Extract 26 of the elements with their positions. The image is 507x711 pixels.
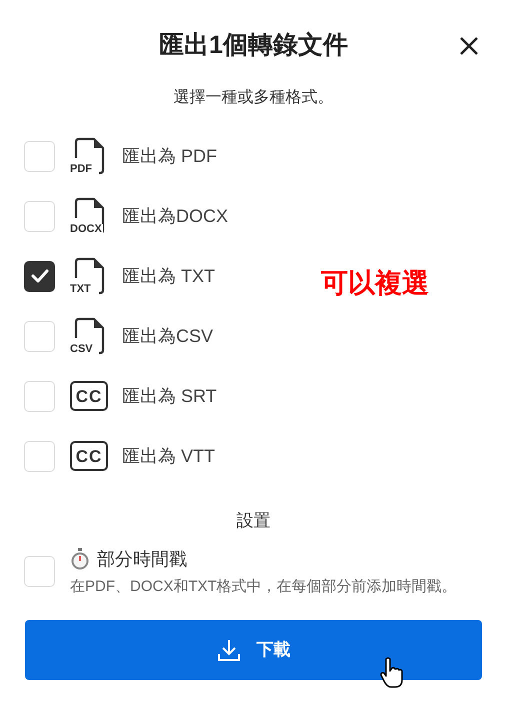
checkbox[interactable] <box>24 320 55 352</box>
download-icon <box>216 638 240 662</box>
timestamp-label: 部分時間戳 <box>97 548 187 570</box>
format-label: 匯出為 TXT <box>122 264 215 288</box>
download-button[interactable]: 下載 <box>25 620 482 680</box>
checkbox[interactable] <box>24 200 55 232</box>
hand-cursor-icon <box>380 657 404 689</box>
format-label: 匯出為CSV <box>122 324 214 348</box>
format-label: 匯出為 VTT <box>122 444 215 468</box>
closed-captions-icon: CC <box>70 441 108 471</box>
checkbox[interactable] <box>24 556 55 587</box>
stopwatch-icon <box>70 548 90 570</box>
subtitle: 選擇一種或多種格式。 <box>172 88 334 108</box>
checkbox[interactable] <box>24 380 55 412</box>
checkbox[interactable] <box>24 140 55 172</box>
format-label: 匯出為DOCX <box>122 204 228 228</box>
closed-captions-icon: CC <box>70 381 108 411</box>
dialog-title: 匯出1個轉錄文件 <box>159 30 348 62</box>
settings-heading: 設置 <box>236 510 272 532</box>
timestamp-description: 在PDF、DOCX和TXT格式中，在每個部分前添加時間戳。 <box>70 576 457 596</box>
checkbox[interactable] <box>24 260 55 292</box>
checkbox[interactable] <box>24 440 55 472</box>
annotation-text: 可以複選 <box>321 267 429 300</box>
format-label: 匯出為 SRT <box>122 384 217 408</box>
checkmark-icon <box>30 269 48 283</box>
format-label: 匯出為 PDF <box>122 144 218 168</box>
